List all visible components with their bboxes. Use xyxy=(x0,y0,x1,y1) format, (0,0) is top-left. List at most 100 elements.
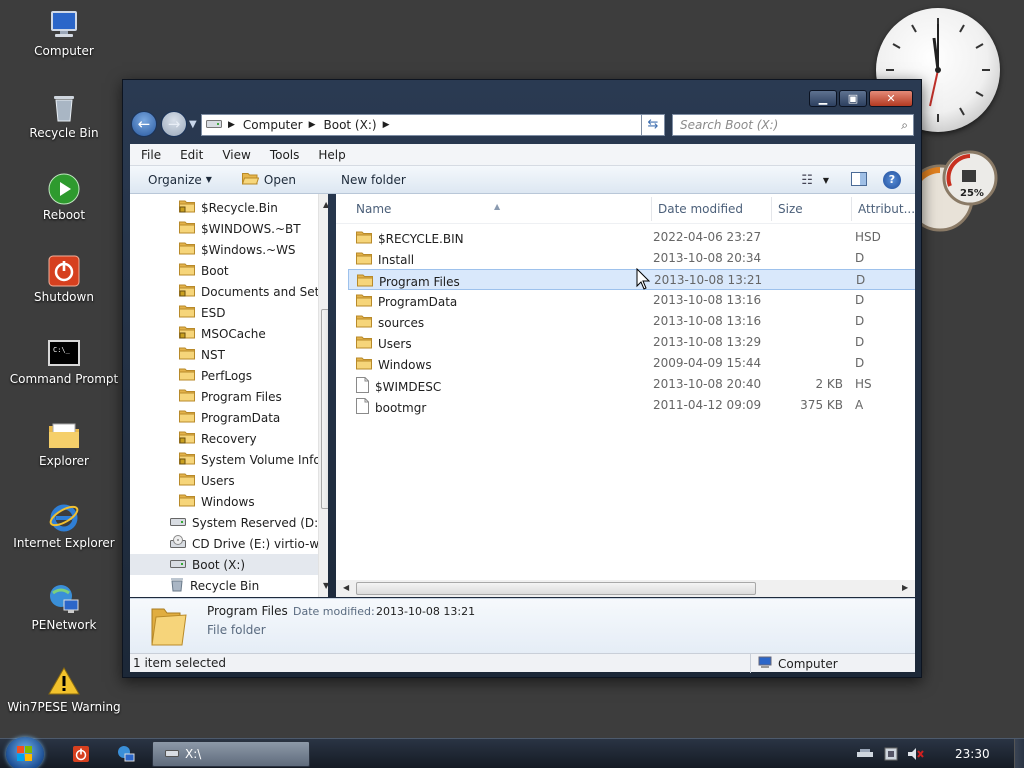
back-button[interactable]: ← xyxy=(131,111,157,137)
menu-view[interactable]: View xyxy=(211,148,258,162)
refresh-button[interactable]: ⇆ xyxy=(641,114,665,136)
nav-item[interactable]: $WINDOWS.~BT xyxy=(179,218,301,239)
preview-pane-icon[interactable] xyxy=(851,171,867,189)
column-name[interactable]: Name xyxy=(356,202,391,216)
menu-edit[interactable]: Edit xyxy=(169,148,211,162)
column-attributes[interactable]: Attribut... xyxy=(858,202,915,216)
column-date-modified[interactable]: Date modified xyxy=(658,202,743,216)
organize-button[interactable]: Organize ▼ xyxy=(148,173,212,187)
file-horizontal-scrollbar[interactable]: ◀ ▶ xyxy=(336,580,915,597)
start-button[interactable] xyxy=(6,737,44,768)
nav-item[interactable]: NST xyxy=(179,344,225,365)
file-row[interactable]: Windows 2009-04-09 15:44 D xyxy=(348,353,915,374)
file-row[interactable]: Program Files 2013-10-08 13:21 D xyxy=(348,269,915,290)
nav-item[interactable]: Program Files xyxy=(179,386,282,407)
desktop-icon-win7pese-warning[interactable]: Win7PESE Warning xyxy=(4,660,124,736)
details-date-value: 2013-10-08 13:21 xyxy=(376,605,476,618)
desktop-icon-shutdown[interactable]: Shutdown xyxy=(4,250,124,326)
nav-item[interactable]: Documents and Settin xyxy=(179,281,328,302)
file-row[interactable]: $WIMDESC 2013-10-08 20:40 2 KB HS xyxy=(348,374,915,395)
file-row[interactable]: sources 2013-10-08 13:16 D xyxy=(348,311,915,332)
file-row[interactable]: Users 2013-10-08 13:29 D xyxy=(348,332,915,353)
file-row[interactable]: ProgramData 2013-10-08 13:16 D xyxy=(348,290,915,311)
nav-item[interactable]: System Volume Inform xyxy=(179,449,328,470)
file-attributes: HS xyxy=(855,377,872,391)
help-icon[interactable]: ? xyxy=(883,171,901,189)
breadcrumb-separator-icon[interactable]: ▶ xyxy=(309,120,316,130)
breadcrumb-separator-icon[interactable]: ▶ xyxy=(228,120,235,130)
maximize-button[interactable]: ▣ xyxy=(839,90,867,107)
recycle-bin-icon xyxy=(170,577,184,595)
nav-item[interactable]: CD Drive (E:) virtio-win-0 xyxy=(170,533,328,554)
desktop-icon-explorer[interactable]: Explorer xyxy=(4,414,124,490)
nav-item-label: Boot (X:) xyxy=(192,557,246,572)
file-date: 2013-10-08 13:16 xyxy=(653,314,762,328)
file-attributes: HSD xyxy=(855,230,881,244)
folder-icon xyxy=(357,273,373,290)
menu-file[interactable]: File xyxy=(130,148,169,162)
folder-lock-icon xyxy=(179,325,195,342)
nav-item[interactable]: $Windows.~WS xyxy=(179,239,296,260)
view-dropdown-icon[interactable]: ▼ xyxy=(823,176,829,185)
desktop-icon-internet-explorer[interactable]: Internet Explorer xyxy=(4,496,124,572)
desktop-icon-computer[interactable]: Computer xyxy=(4,4,124,80)
file-attributes: D xyxy=(856,273,866,287)
desktop-icon-reboot[interactable]: Reboot xyxy=(4,168,124,244)
new-folder-button[interactable]: New folder xyxy=(341,173,406,187)
nav-vertical-scrollbar[interactable]: ▲ ▼ xyxy=(318,194,328,597)
scroll-down-arrow-icon[interactable]: ▼ xyxy=(323,581,328,590)
nav-item[interactable]: Boot (X:) xyxy=(130,554,318,575)
quicklaunch-network-icon[interactable] xyxy=(117,745,135,763)
folder-icon xyxy=(179,241,195,258)
open-label: Open xyxy=(263,172,296,187)
file-date: 2013-10-08 13:29 xyxy=(653,335,762,349)
nav-item[interactable]: PerfLogs xyxy=(179,365,252,386)
taskbar-explorer-button[interactable]: X:\ xyxy=(152,741,310,767)
file-scroll-thumb[interactable] xyxy=(356,582,756,595)
nav-item[interactable]: Boot xyxy=(179,260,229,281)
nav-item[interactable]: $Recycle.Bin xyxy=(179,197,278,218)
scroll-right-arrow-icon[interactable]: ▶ xyxy=(902,583,908,592)
close-button[interactable]: ✕ xyxy=(869,90,913,107)
tray-device-icon[interactable] xyxy=(882,746,900,762)
file-row[interactable]: Install 2013-10-08 20:34 D xyxy=(348,248,915,269)
folder-icon xyxy=(179,262,195,279)
view-options-icon[interactable]: ☷ xyxy=(801,173,813,188)
nav-item[interactable]: Windows xyxy=(179,491,255,512)
open-button[interactable]: Open xyxy=(241,172,296,188)
nav-item[interactable]: Recovery xyxy=(179,428,257,449)
breadcrumb-computer[interactable]: Computer xyxy=(243,118,303,132)
nav-item[interactable]: Users xyxy=(179,470,235,491)
scroll-left-arrow-icon[interactable]: ◀ xyxy=(343,583,349,592)
taskbar-clock[interactable]: 23:30 xyxy=(955,747,990,761)
scroll-up-arrow-icon[interactable]: ▲ xyxy=(323,200,328,209)
show-desktop-button[interactable] xyxy=(1014,739,1024,768)
recent-pages-dropdown-icon[interactable]: ▼ xyxy=(189,119,197,130)
forward-button[interactable]: → xyxy=(161,111,187,137)
nav-scroll-thumb[interactable] xyxy=(321,309,328,509)
menu-help[interactable]: Help xyxy=(307,148,353,162)
file-row[interactable]: $RECYCLE.BIN 2022-04-06 23:27 HSD xyxy=(348,227,915,248)
nav-item[interactable]: ProgramData xyxy=(179,407,280,428)
desktop-icon-recycle-bin[interactable]: Recycle Bin xyxy=(4,86,124,162)
breadcrumb-boot[interactable]: Boot (X:) xyxy=(324,118,377,132)
tray-volume-muted-icon[interactable] xyxy=(906,746,924,762)
address-bar[interactable]: ▶ Computer ▶ Boot (X:) ▶ ▼ xyxy=(201,114,665,136)
nav-item[interactable]: System Reserved (D:) xyxy=(170,512,323,533)
nav-item[interactable]: Recycle Bin xyxy=(170,575,259,596)
tray-network-icon[interactable] xyxy=(856,746,874,762)
window-titlebar[interactable]: ▁ ▣ ✕ xyxy=(123,80,921,110)
nav-item[interactable]: MSOCache xyxy=(179,323,266,344)
breadcrumb-separator-icon[interactable]: ▶ xyxy=(383,120,390,130)
quicklaunch-shutdown-icon[interactable] xyxy=(72,745,90,763)
column-size[interactable]: Size xyxy=(778,202,803,216)
file-row[interactable]: bootmgr 2011-04-12 09:09 375 KB A xyxy=(348,395,915,416)
nav-item[interactable]: ESD xyxy=(179,302,225,323)
chevron-down-icon: ▼ xyxy=(205,175,212,184)
search-input[interactable]: Search Boot (X:) ⌕ xyxy=(672,114,914,136)
menu-tools[interactable]: Tools xyxy=(259,148,308,162)
desktop-icon-command-prompt[interactable]: C:\_ Command Prompt xyxy=(4,332,124,408)
minimize-button[interactable]: ▁ xyxy=(809,90,837,107)
desktop-icon-penetwork[interactable]: PENetwork xyxy=(4,578,124,654)
search-icon[interactable]: ⌕ xyxy=(901,115,908,135)
